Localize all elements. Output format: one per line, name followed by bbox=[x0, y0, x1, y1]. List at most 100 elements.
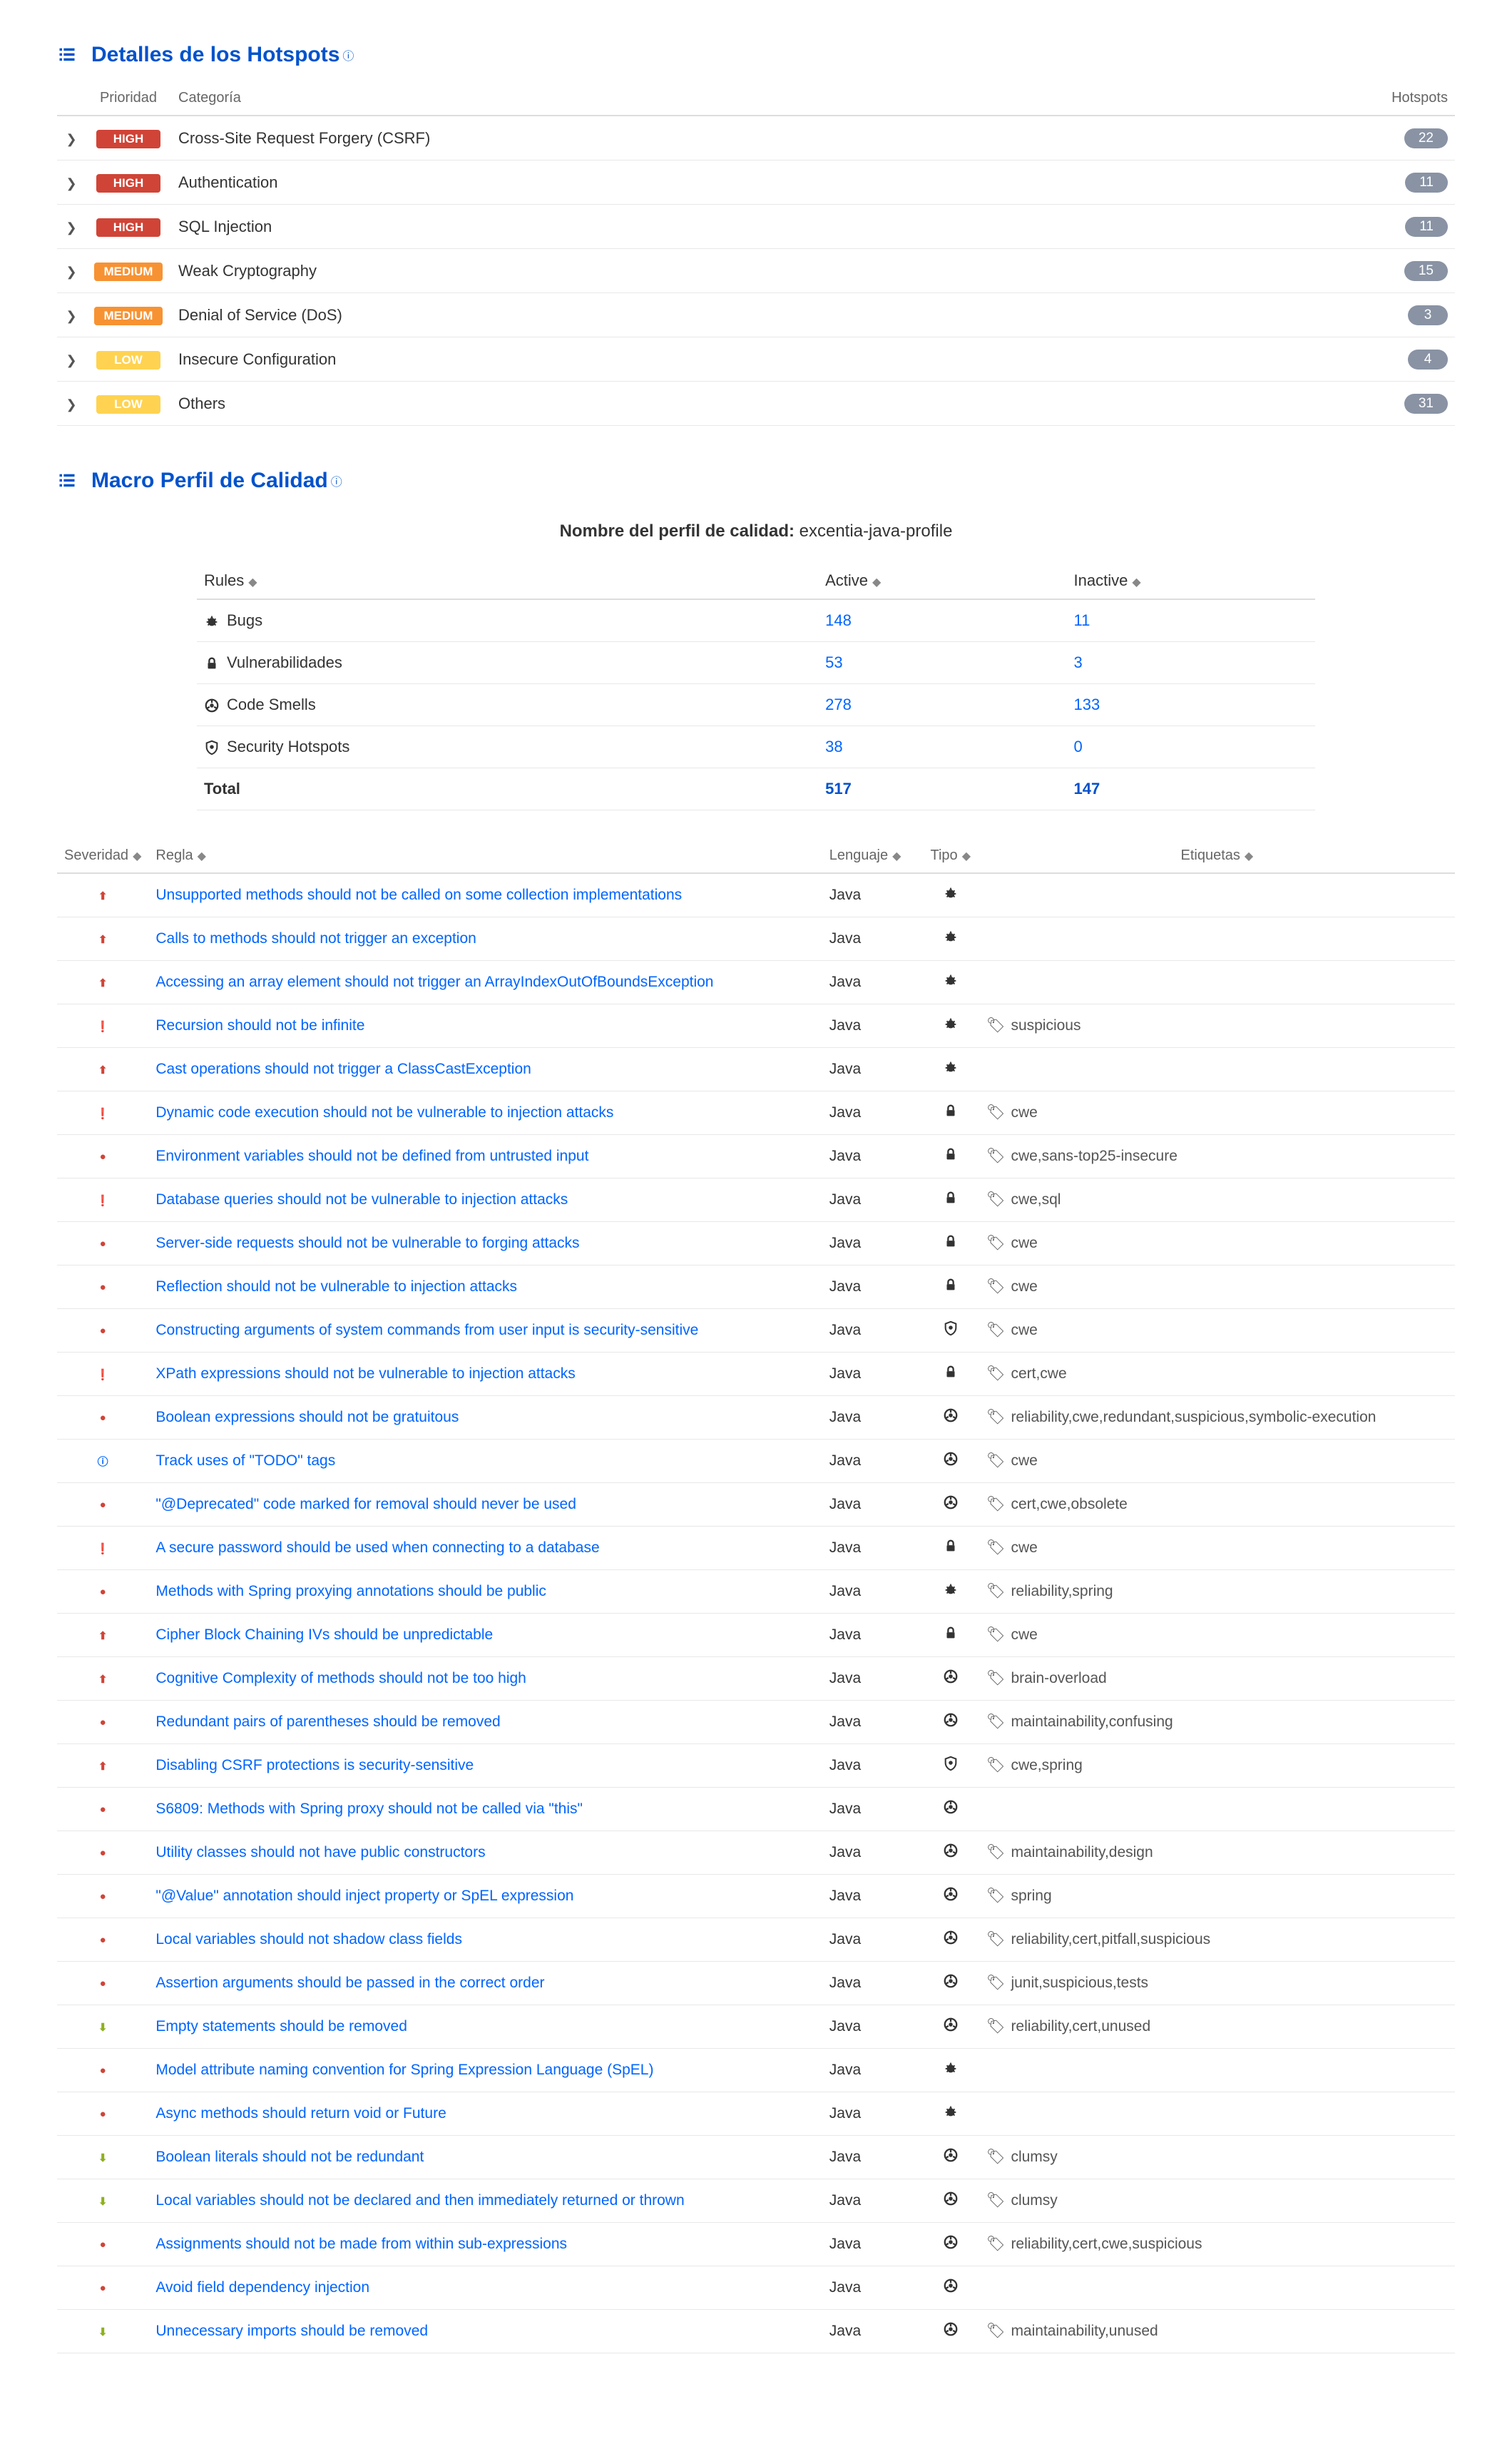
rule-link[interactable]: Boolean expressions should not be gratui… bbox=[155, 1409, 459, 1425]
rule-link[interactable]: Track uses of "TODO" tags bbox=[155, 1452, 335, 1469]
chevron-right-icon: ❯ bbox=[66, 397, 76, 412]
type-vuln-icon bbox=[943, 1277, 959, 1293]
priority-cell: HIGH bbox=[86, 116, 171, 161]
col-inactive[interactable]: Inactive◆ bbox=[1067, 563, 1315, 599]
active-link[interactable]: 148 bbox=[825, 611, 852, 629]
expand-toggle[interactable]: ❯ bbox=[57, 249, 86, 293]
rule-link[interactable]: Database queries should not be vulnerabl… bbox=[155, 1191, 568, 1208]
type-cell bbox=[922, 1048, 979, 1091]
expand-toggle[interactable]: ❯ bbox=[57, 382, 86, 426]
rule-link[interactable]: Methods with Spring proxying annotations… bbox=[155, 1583, 546, 1599]
rule-link[interactable]: Recursion should not be infinite bbox=[155, 1017, 364, 1034]
rule-link[interactable]: "@Value" annotation should inject proper… bbox=[155, 1888, 573, 1904]
rule-link[interactable]: Async methods should return void or Futu… bbox=[155, 2105, 446, 2122]
severity-cell: ⬆ bbox=[57, 1614, 148, 1657]
priority-badge: MEDIUM bbox=[94, 263, 163, 281]
help-icon[interactable]: ⓘ bbox=[331, 472, 342, 489]
type-hotspot-icon bbox=[943, 1756, 959, 1771]
tags-cell: 🏷cwe,sql bbox=[979, 1178, 1455, 1222]
rule-link[interactable]: Local variables should not be declared a… bbox=[155, 2192, 684, 2209]
tags-cell: 🏷cwe bbox=[979, 1527, 1455, 1570]
col-language[interactable]: Lenguaje◆ bbox=[822, 839, 922, 873]
rule-link[interactable]: Cipher Block Chaining IVs should be unpr… bbox=[155, 1626, 493, 1643]
active-link[interactable]: 38 bbox=[825, 738, 842, 755]
rule-link[interactable]: Model attribute naming convention for Sp… bbox=[155, 2062, 653, 2078]
severity-cell: ● bbox=[57, 1396, 148, 1440]
expand-toggle[interactable]: ❯ bbox=[57, 205, 86, 249]
active-link[interactable]: 53 bbox=[825, 653, 842, 671]
rule-link[interactable]: A secure password should be used when co… bbox=[155, 1539, 599, 1556]
detail-row: ⓘ Track uses of "TODO" tags Java 🏷cwe bbox=[57, 1440, 1455, 1483]
inactive-link[interactable]: 3 bbox=[1074, 653, 1083, 671]
tags-cell: 🏷cwe bbox=[979, 1091, 1455, 1135]
rule-link[interactable]: Constructing arguments of system command… bbox=[155, 1322, 698, 1338]
type-cell bbox=[922, 1788, 979, 1831]
rule-cell: Async methods should return void or Futu… bbox=[148, 2092, 822, 2136]
type-smell-icon bbox=[943, 2191, 959, 2206]
rule-link[interactable]: Assignments should not be made from with… bbox=[155, 2236, 567, 2252]
hotspot-row[interactable]: ❯ HIGH SQL Injection 11 bbox=[57, 205, 1455, 249]
hotspot-row[interactable]: ❯ HIGH Authentication 11 bbox=[57, 161, 1455, 205]
expand-toggle[interactable]: ❯ bbox=[57, 161, 86, 205]
active-cell: 148 bbox=[818, 599, 1066, 642]
detail-row: ● Reflection should not be vulnerable to… bbox=[57, 1266, 1455, 1309]
col-type[interactable]: Tipo◆ bbox=[922, 839, 979, 873]
expand-toggle[interactable]: ❯ bbox=[57, 116, 86, 161]
active-link[interactable]: 278 bbox=[825, 696, 852, 713]
shield-icon bbox=[204, 740, 220, 755]
rule-link[interactable]: Boolean literals should not be redundant bbox=[155, 2149, 424, 2165]
rule-link[interactable]: Avoid field dependency injection bbox=[155, 2279, 369, 2296]
chevron-right-icon: ❯ bbox=[66, 309, 76, 323]
inactive-cell: 0 bbox=[1067, 726, 1315, 768]
hotspot-row[interactable]: ❯ LOW Insecure Configuration 4 bbox=[57, 337, 1455, 382]
type-cell bbox=[922, 1831, 979, 1875]
col-tags[interactable]: Etiquetas◆ bbox=[979, 839, 1455, 873]
sort-icon: ◆ bbox=[1132, 576, 1140, 589]
rule-link[interactable]: Local variables should not shadow class … bbox=[155, 1931, 462, 1947]
rule-link[interactable]: XPath expressions should not be vulnerab… bbox=[155, 1365, 575, 1382]
rule-link[interactable]: Accessing an array element should not tr… bbox=[155, 974, 713, 990]
rule-link[interactable]: "@Deprecated" code marked for removal sh… bbox=[155, 1496, 576, 1512]
hotspot-row[interactable]: ❯ LOW Others 31 bbox=[57, 382, 1455, 426]
severity-major-icon: ● bbox=[94, 2280, 111, 2297]
expand-toggle[interactable]: ❯ bbox=[57, 293, 86, 337]
rule-link[interactable]: Redundant pairs of parentheses should be… bbox=[155, 1714, 500, 1730]
rule-link[interactable]: Server-side requests should not be vulne… bbox=[155, 1235, 579, 1251]
language-cell: Java bbox=[822, 2005, 922, 2049]
rule-link[interactable]: Cast operations should not trigger a Cla… bbox=[155, 1061, 531, 1077]
rule-link[interactable]: Unsupported methods should not be called… bbox=[155, 887, 682, 903]
rule-link[interactable]: Environment variables should not be defi… bbox=[155, 1148, 588, 1164]
rule-cell: Assignments should not be made from with… bbox=[148, 2223, 822, 2266]
rule-link[interactable]: S6809: Methods with Spring proxy should … bbox=[155, 1801, 583, 1817]
profile-name: Nombre del perfil de calidad: excentia-j… bbox=[57, 521, 1455, 541]
rule-link[interactable]: Unnecessary imports should be removed bbox=[155, 2323, 428, 2339]
rule-link[interactable]: Cognitive Complexity of methods should n… bbox=[155, 1670, 526, 1686]
sort-icon: ◆ bbox=[872, 576, 881, 589]
rule-link[interactable]: Empty statements should be removed bbox=[155, 2018, 407, 2035]
col-rules[interactable]: Rules◆ bbox=[197, 563, 818, 599]
inactive-link[interactable]: 133 bbox=[1074, 696, 1100, 713]
severity-cell: ● bbox=[57, 1570, 148, 1614]
inactive-link[interactable]: 0 bbox=[1074, 738, 1083, 755]
detail-row: ● "@Value" annotation should inject prop… bbox=[57, 1875, 1455, 1918]
col-active[interactable]: Active◆ bbox=[818, 563, 1066, 599]
hotspot-row[interactable]: ❯ MEDIUM Denial of Service (DoS) 3 bbox=[57, 293, 1455, 337]
hotspot-row[interactable]: ❯ MEDIUM Weak Cryptography 15 bbox=[57, 249, 1455, 293]
severity-cell: ● bbox=[57, 2092, 148, 2136]
col-rule[interactable]: Regla◆ bbox=[148, 839, 822, 873]
expand-toggle[interactable]: ❯ bbox=[57, 337, 86, 382]
active-cell: 38 bbox=[818, 726, 1066, 768]
rule-link[interactable]: Calls to methods should not trigger an e… bbox=[155, 930, 476, 947]
inactive-link[interactable]: 11 bbox=[1074, 611, 1090, 629]
rule-link[interactable]: Assertion arguments should be passed in … bbox=[155, 1975, 544, 1991]
col-severity[interactable]: Severidad◆ bbox=[57, 839, 148, 873]
tags-cell: 🏷suspicious bbox=[979, 1004, 1455, 1048]
rule-link[interactable]: Reflection should not be vulnerable to i… bbox=[155, 1278, 517, 1295]
help-icon[interactable]: ⓘ bbox=[342, 46, 354, 63]
type-cell bbox=[922, 2092, 979, 2136]
rule-link[interactable]: Dynamic code execution should not be vul… bbox=[155, 1104, 613, 1121]
hotspot-row[interactable]: ❯ HIGH Cross-Site Request Forgery (CSRF)… bbox=[57, 116, 1455, 161]
rule-link[interactable]: Disabling CSRF protections is security-s… bbox=[155, 1757, 474, 1773]
tags-cell: 🏷cwe,sans-top25-insecure bbox=[979, 1135, 1455, 1178]
rule-link[interactable]: Utility classes should not have public c… bbox=[155, 1844, 485, 1860]
